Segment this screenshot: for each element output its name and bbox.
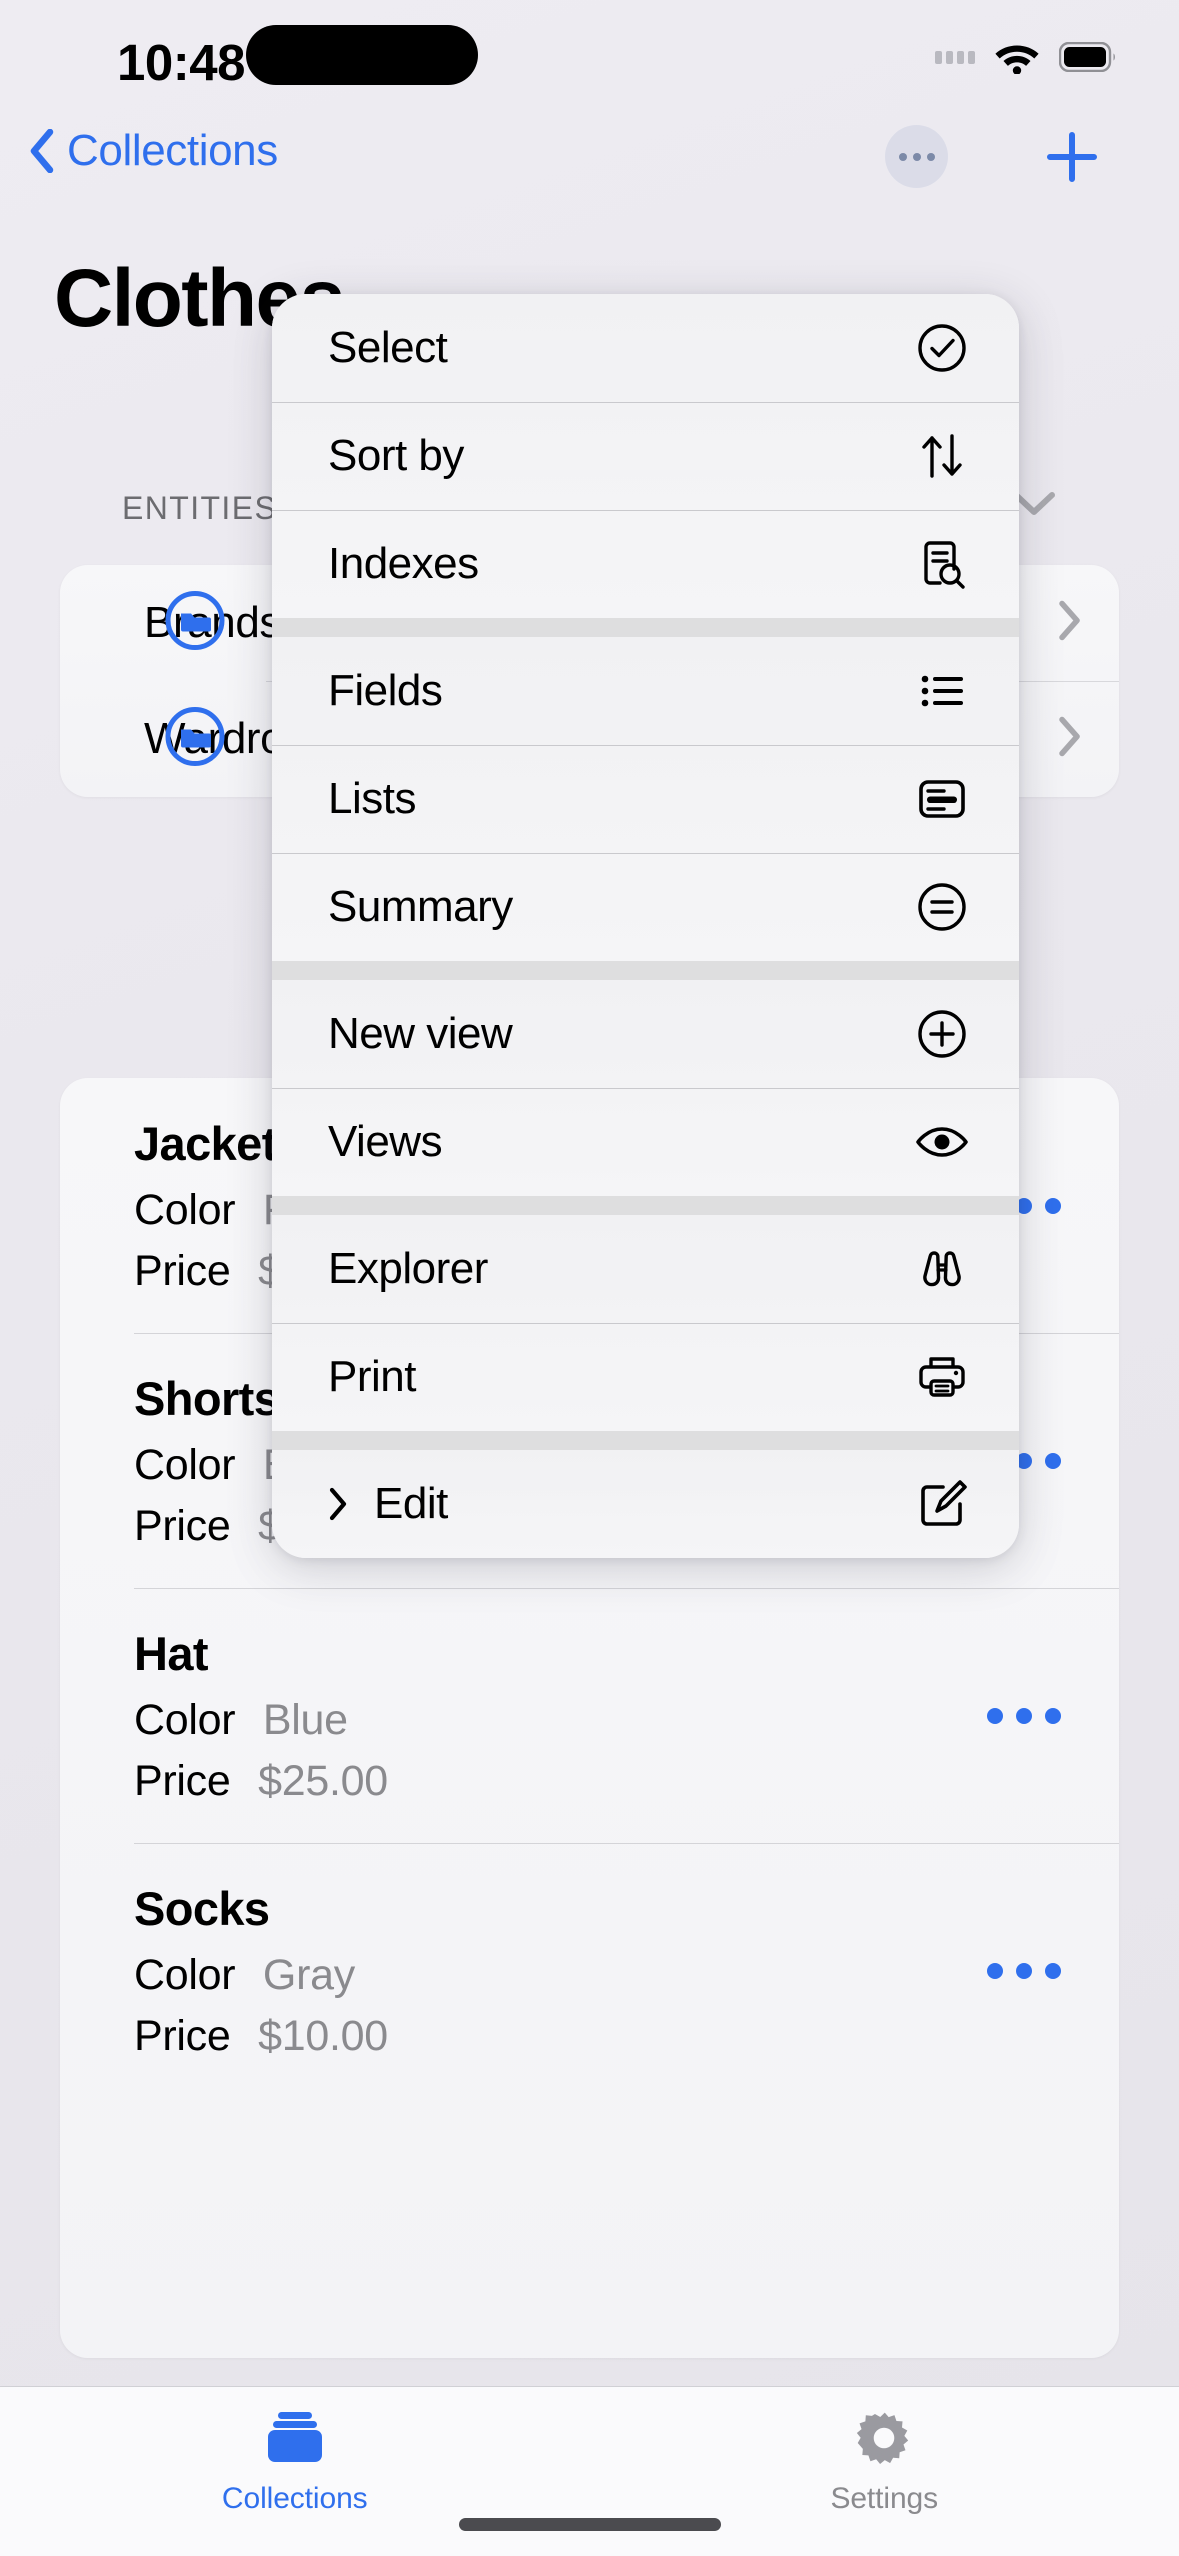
equal-circle-icon <box>913 881 971 933</box>
menu-group: New view Views <box>272 980 1019 1196</box>
context-menu: Select Sort by Indexes Fields Lists Summ… <box>272 294 1019 1558</box>
home-indicator <box>458 2518 721 2531</box>
menu-item-summary[interactable]: Summary <box>272 853 1019 961</box>
menu-group: Edit <box>272 1450 1019 1558</box>
ellipsis-icon[interactable] <box>987 1707 1061 1724</box>
attribute-label: Price <box>134 2012 231 2060</box>
tab-label: Collections <box>221 2482 368 2515</box>
menu-item-label: Summary <box>328 882 513 931</box>
attribute-label: Price <box>134 1502 231 1550</box>
printer-icon <box>913 1351 971 1403</box>
ellipsis-circle-icon[interactable] <box>885 125 948 188</box>
attribute-label: Price <box>134 1247 231 1295</box>
back-button[interactable]: Collections <box>30 126 278 176</box>
attribute-value: $10.00 <box>258 2012 388 2060</box>
plus-icon[interactable] <box>1043 128 1101 186</box>
app-root: 10:48 Collections Clothes ENTITIES Brand… <box>0 0 1179 2556</box>
menu-separator <box>272 1431 1019 1450</box>
menu-item-label: Explorer <box>328 1244 488 1293</box>
item-attribute: Price $10.00 <box>134 2015 1119 2058</box>
attribute-label: Color <box>134 1951 236 1999</box>
binoculars-icon <box>913 1243 971 1295</box>
menu-item-label: Edit <box>374 1479 448 1528</box>
menu-separator <box>272 1196 1019 1215</box>
section-header-entities: ENTITIES <box>122 490 278 526</box>
status-bar: 10:48 <box>0 0 1179 130</box>
menu-item-sort-by[interactable]: Sort by <box>272 402 1019 510</box>
ellipsis-icon[interactable] <box>987 1962 1061 1979</box>
attribute-label: Color <box>134 1696 236 1744</box>
tab-label: Settings <box>830 2482 939 2515</box>
table-row[interactable]: Socks Color Gray Price $10.00 <box>60 1843 1119 2098</box>
menu-item-label: Print <box>328 1352 416 1401</box>
menu-item-views[interactable]: Views <box>272 1088 1019 1196</box>
collections-icon <box>262 2409 328 2472</box>
menu-item-new-view[interactable]: New view <box>272 980 1019 1088</box>
menu-separator <box>272 618 1019 637</box>
folder-circle-icon <box>164 590 226 657</box>
item-attribute: Color Blue <box>134 1699 1119 1742</box>
doc-magnifier-icon <box>913 538 971 590</box>
navigation-bar: Collections <box>0 112 1179 204</box>
menu-item-edit[interactable]: Edit <box>272 1450 1019 1558</box>
table-row[interactable]: Hat Color Blue Price $25.00 <box>60 1588 1119 1843</box>
eye-icon <box>913 1116 971 1168</box>
battery-icon <box>1059 42 1117 72</box>
chevron-right-icon <box>1057 600 1083 647</box>
back-button-label: Collections <box>67 126 278 175</box>
item-title: Socks <box>134 1882 270 1935</box>
menu-item-label: Fields <box>328 666 443 715</box>
attribute-label: Price <box>134 1757 231 1805</box>
menu-item-label: Indexes <box>328 539 479 588</box>
menu-item-label: Sort by <box>328 431 464 480</box>
menu-item-label: Views <box>328 1117 443 1166</box>
list-card-icon <box>913 773 971 825</box>
chevron-right-icon <box>1057 716 1083 763</box>
menu-item-print[interactable]: Print <box>272 1323 1019 1431</box>
status-bar-indicators <box>935 40 1117 74</box>
menu-item-fields[interactable]: Fields <box>272 637 1019 745</box>
attribute-value: Blue <box>262 1696 348 1744</box>
plus-circle-icon <box>913 1008 971 1060</box>
list-bullet-icon <box>913 665 971 717</box>
arrow-up-arrow-down-icon <box>913 430 971 482</box>
menu-item-label: New view <box>328 1009 513 1058</box>
checkmark-circle-icon <box>913 322 971 374</box>
tab-bar: Collections Settings <box>0 2386 1179 2556</box>
gear-icon <box>853 2409 915 2472</box>
menu-item-explorer[interactable]: Explorer <box>272 1215 1019 1323</box>
chevron-left-icon <box>30 128 54 174</box>
item-attribute: Color Gray <box>134 1954 1119 1997</box>
menu-item-label: Select <box>328 323 448 372</box>
attribute-label: Color <box>134 1186 236 1234</box>
menu-separator <box>272 961 1019 980</box>
wifi-icon <box>994 40 1040 74</box>
menu-item-label: Lists <box>328 774 416 823</box>
menu-group: Select Sort by Indexes <box>272 294 1019 618</box>
chevron-right-icon <box>328 1487 348 1521</box>
menu-item-select[interactable]: Select <box>272 294 1019 402</box>
attribute-value: $25.00 <box>258 1757 388 1805</box>
menu-group: Fields Lists Summary <box>272 637 1019 961</box>
item-title: Hat <box>134 1627 209 1680</box>
cellular-dots-icon <box>935 50 975 64</box>
attribute-value: Gray <box>262 1951 355 1999</box>
menu-item-indexes[interactable]: Indexes <box>272 510 1019 618</box>
dynamic-island <box>246 25 478 85</box>
folder-circle-icon <box>164 706 226 773</box>
square-pencil-icon <box>913 1478 971 1530</box>
menu-group: Explorer Print <box>272 1215 1019 1431</box>
menu-item-lists[interactable]: Lists <box>272 745 1019 853</box>
item-attribute: Price $25.00 <box>134 1760 1119 1803</box>
attribute-label: Color <box>134 1441 236 1489</box>
